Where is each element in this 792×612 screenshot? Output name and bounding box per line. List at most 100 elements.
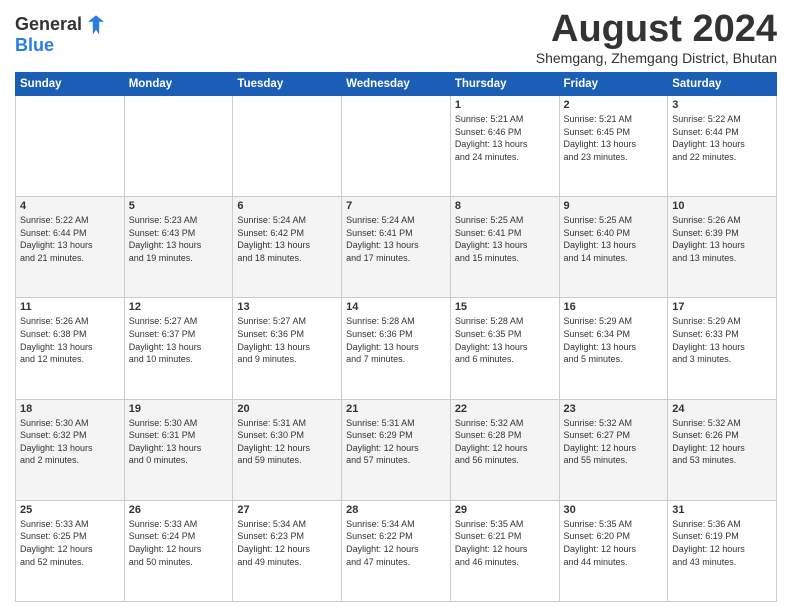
day-number: 21 (346, 403, 446, 415)
table-row: 4 Sunrise: 5:22 AM Sunset: 6:44 PM Daylig… (16, 197, 125, 298)
table-row: 23 Sunrise: 5:32 AM Sunset: 6:27 PM Dayli… (559, 399, 668, 500)
table-row: 24 Sunrise: 5:32 AM Sunset: 6:26 PM Dayli… (668, 399, 777, 500)
day-info: Sunrise: 5:34 AM Sunset: 6:22 PM Dayligh… (346, 518, 446, 568)
day-info: Sunrise: 5:23 AM Sunset: 6:43 PM Dayligh… (129, 214, 229, 264)
table-row: 29Sunrise: 5:35 AM Sunset: 6:21 PM Dayli… (450, 500, 559, 601)
day-number: 25 (20, 504, 120, 516)
day-info: Sunrise: 5:35 AM Sunset: 6:21 PM Dayligh… (455, 518, 555, 568)
day-number: 6 (237, 200, 337, 212)
header-saturday: Saturday (668, 73, 777, 96)
day-number: 20 (237, 403, 337, 415)
day-info: Sunrise: 5:27 AM Sunset: 6:36 PM Dayligh… (237, 315, 337, 365)
day-info: Sunrise: 5:26 AM Sunset: 6:38 PM Dayligh… (20, 315, 120, 365)
table-row: 30Sunrise: 5:35 AM Sunset: 6:20 PM Dayli… (559, 500, 668, 601)
day-number: 22 (455, 403, 555, 415)
table-row: 13 Sunrise: 5:27 AM Sunset: 6:36 PM Dayli… (233, 298, 342, 399)
table-row: 21 Sunrise: 5:31 AM Sunset: 6:29 PM Dayli… (342, 399, 451, 500)
day-number: 2 (564, 99, 664, 111)
day-number: 26 (129, 504, 229, 516)
day-info: Sunrise: 5:28 AM Sunset: 6:36 PM Dayligh… (346, 315, 446, 365)
day-number: 15 (455, 301, 555, 313)
table-row: 17 Sunrise: 5:29 AM Sunset: 6:33 PM Dayli… (668, 298, 777, 399)
day-number: 27 (237, 504, 337, 516)
day-info: Sunrise: 5:29 AM Sunset: 6:34 PM Dayligh… (564, 315, 664, 365)
day-info: Sunrise: 5:21 AM Sunset: 6:46 PM Dayligh… (455, 113, 555, 163)
header-monday: Monday (124, 73, 233, 96)
calendar-page: General Blue August 2024 Shemgang, Zhemg… (0, 0, 792, 612)
header: General Blue August 2024 Shemgang, Zhemg… (15, 10, 777, 66)
day-number: 18 (20, 403, 120, 415)
day-info: Sunrise: 5:32 AM Sunset: 6:26 PM Dayligh… (672, 417, 772, 467)
day-info: Sunrise: 5:35 AM Sunset: 6:20 PM Dayligh… (564, 518, 664, 568)
title-block: August 2024 Shemgang, Zhemgang District,… (536, 10, 777, 66)
day-info: Sunrise: 5:21 AM Sunset: 6:45 PM Dayligh… (564, 113, 664, 163)
day-info: Sunrise: 5:31 AM Sunset: 6:29 PM Dayligh… (346, 417, 446, 467)
day-number: 5 (129, 200, 229, 212)
header-wednesday: Wednesday (342, 73, 451, 96)
day-info: Sunrise: 5:31 AM Sunset: 6:30 PM Dayligh… (237, 417, 337, 467)
day-info: Sunrise: 5:27 AM Sunset: 6:37 PM Dayligh… (129, 315, 229, 365)
table-row (16, 96, 125, 197)
table-row: 1 Sunrise: 5:21 AM Sunset: 6:46 PM Daylig… (450, 96, 559, 197)
day-number: 23 (564, 403, 664, 415)
day-number: 16 (564, 301, 664, 313)
day-info: Sunrise: 5:25 AM Sunset: 6:40 PM Dayligh… (564, 214, 664, 264)
table-row: 18 Sunrise: 5:30 AM Sunset: 6:32 PM Dayli… (16, 399, 125, 500)
location-text: Shemgang, Zhemgang District, Bhutan (536, 50, 777, 66)
day-info: Sunrise: 5:29 AM Sunset: 6:33 PM Dayligh… (672, 315, 772, 365)
table-row: 11 Sunrise: 5:26 AM Sunset: 6:38 PM Dayli… (16, 298, 125, 399)
day-info: Sunrise: 5:22 AM Sunset: 6:44 PM Dayligh… (20, 214, 120, 264)
table-row: 20 Sunrise: 5:31 AM Sunset: 6:30 PM Dayli… (233, 399, 342, 500)
table-row: 14Sunrise: 5:28 AM Sunset: 6:36 PM Dayli… (342, 298, 451, 399)
day-number: 17 (672, 301, 772, 313)
day-number: 28 (346, 504, 446, 516)
calendar-week-row: 18 Sunrise: 5:30 AM Sunset: 6:32 PM Dayli… (16, 399, 777, 500)
header-tuesday: Tuesday (233, 73, 342, 96)
weekday-header-row: Sunday Monday Tuesday Wednesday Thursday… (16, 73, 777, 96)
day-number: 8 (455, 200, 555, 212)
day-info: Sunrise: 5:32 AM Sunset: 6:27 PM Dayligh… (564, 417, 664, 467)
table-row: 19 Sunrise: 5:30 AM Sunset: 6:31 PM Dayli… (124, 399, 233, 500)
day-number: 4 (20, 200, 120, 212)
table-row: 2 Sunrise: 5:21 AM Sunset: 6:45 PM Daylig… (559, 96, 668, 197)
day-number: 19 (129, 403, 229, 415)
day-number: 13 (237, 301, 337, 313)
table-row: 8Sunrise: 5:25 AM Sunset: 6:41 PM Daylig… (450, 197, 559, 298)
day-number: 11 (20, 301, 120, 313)
table-row: 28 Sunrise: 5:34 AM Sunset: 6:22 PM Dayli… (342, 500, 451, 601)
table-row: 22Sunrise: 5:32 AM Sunset: 6:28 PM Dayli… (450, 399, 559, 500)
day-info: Sunrise: 5:22 AM Sunset: 6:44 PM Dayligh… (672, 113, 772, 163)
day-number: 31 (672, 504, 772, 516)
table-row: 27 Sunrise: 5:34 AM Sunset: 6:23 PM Dayli… (233, 500, 342, 601)
table-row: 16 Sunrise: 5:29 AM Sunset: 6:34 PM Dayli… (559, 298, 668, 399)
table-row: 26Sunrise: 5:33 AM Sunset: 6:24 PM Dayli… (124, 500, 233, 601)
logo-bird-icon (88, 15, 104, 35)
calendar-week-row: 11 Sunrise: 5:26 AM Sunset: 6:38 PM Dayli… (16, 298, 777, 399)
table-row: 3 Sunrise: 5:22 AM Sunset: 6:44 PM Daylig… (668, 96, 777, 197)
table-row: 31 Sunrise: 5:36 AM Sunset: 6:19 PM Dayli… (668, 500, 777, 601)
day-number: 10 (672, 200, 772, 212)
calendar-week-row: 4 Sunrise: 5:22 AM Sunset: 6:44 PM Daylig… (16, 197, 777, 298)
month-title: August 2024 (536, 10, 777, 48)
table-row: 12 Sunrise: 5:27 AM Sunset: 6:37 PM Dayli… (124, 298, 233, 399)
day-info: Sunrise: 5:28 AM Sunset: 6:35 PM Dayligh… (455, 315, 555, 365)
table-row: 6 Sunrise: 5:24 AM Sunset: 6:42 PM Daylig… (233, 197, 342, 298)
table-row (342, 96, 451, 197)
table-row: 9 Sunrise: 5:25 AM Sunset: 6:40 PM Daylig… (559, 197, 668, 298)
day-info: Sunrise: 5:36 AM Sunset: 6:19 PM Dayligh… (672, 518, 772, 568)
day-number: 1 (455, 99, 555, 111)
day-number: 24 (672, 403, 772, 415)
day-info: Sunrise: 5:26 AM Sunset: 6:39 PM Dayligh… (672, 214, 772, 264)
header-thursday: Thursday (450, 73, 559, 96)
day-info: Sunrise: 5:30 AM Sunset: 6:31 PM Dayligh… (129, 417, 229, 467)
day-number: 3 (672, 99, 772, 111)
day-info: Sunrise: 5:30 AM Sunset: 6:32 PM Dayligh… (20, 417, 120, 467)
day-info: Sunrise: 5:34 AM Sunset: 6:23 PM Dayligh… (237, 518, 337, 568)
day-info: Sunrise: 5:24 AM Sunset: 6:42 PM Dayligh… (237, 214, 337, 264)
header-sunday: Sunday (16, 73, 125, 96)
calendar-table: Sunday Monday Tuesday Wednesday Thursday… (15, 72, 777, 602)
logo-general-text: General (15, 14, 82, 34)
day-info: Sunrise: 5:24 AM Sunset: 6:41 PM Dayligh… (346, 214, 446, 264)
day-number: 9 (564, 200, 664, 212)
day-number: 12 (129, 301, 229, 313)
